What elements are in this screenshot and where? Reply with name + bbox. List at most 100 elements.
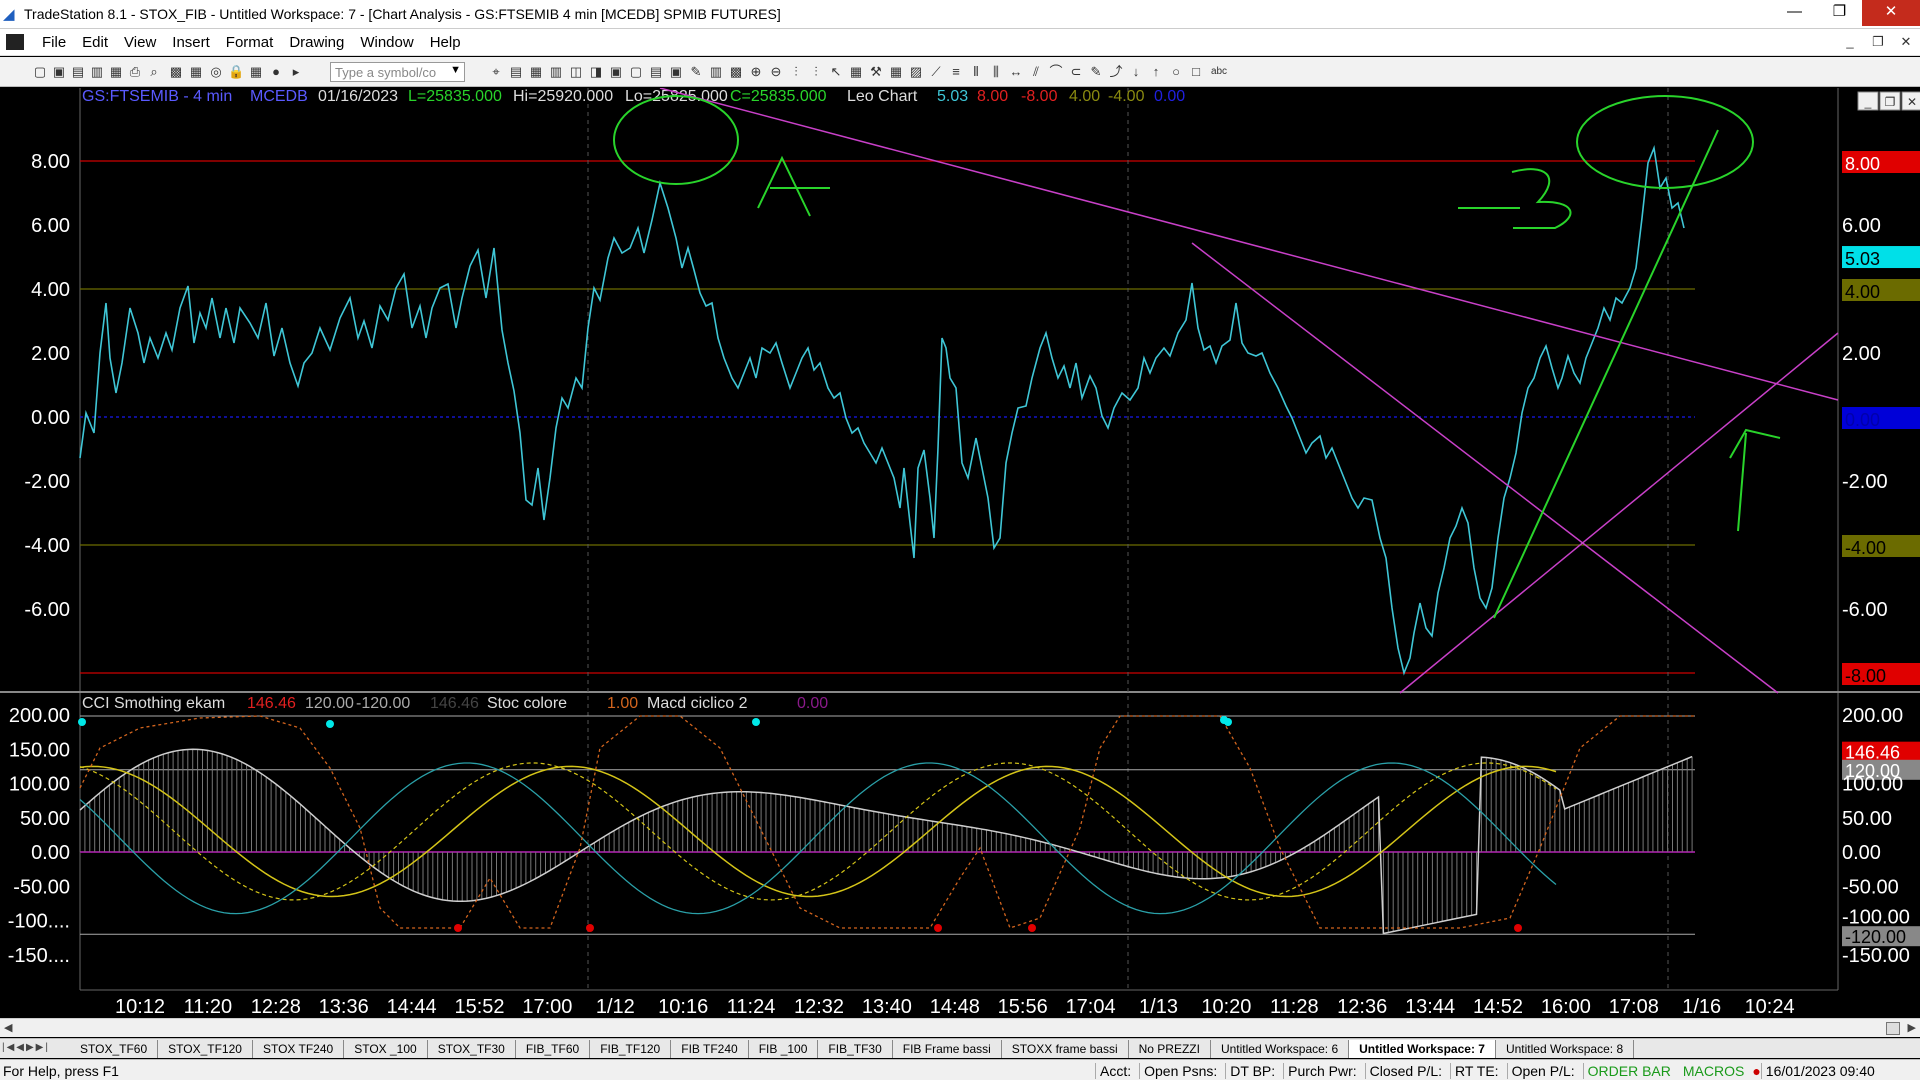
menu-view[interactable]: View bbox=[116, 34, 164, 51]
close-button[interactable]: ✕ bbox=[1862, 0, 1920, 26]
menu-drawing[interactable]: Drawing bbox=[281, 34, 352, 51]
workspace-tab[interactable]: STOX_TF120 bbox=[158, 1040, 253, 1058]
scroll-thumb[interactable] bbox=[1886, 1022, 1900, 1035]
mdi-restore-button[interactable]: ❐ bbox=[1864, 32, 1892, 52]
symbol-go-icon[interactable]: ▸ bbox=[288, 64, 304, 80]
fib-icon[interactable]: ⫼ bbox=[988, 64, 1004, 80]
workspace-tab[interactable]: Untitled Workspace: 7 bbox=[1349, 1040, 1496, 1058]
print-icon[interactable]: ⎙ bbox=[127, 64, 143, 80]
arrow-icon[interactable]: ↔ bbox=[1008, 64, 1024, 80]
horizontal-scrollbar[interactable]: ◀ ▶ bbox=[0, 1018, 1920, 1037]
workspace-tab[interactable]: Untitled Workspace: 6 bbox=[1211, 1040, 1350, 1058]
workspace-tab[interactable]: No PREZZI bbox=[1129, 1040, 1211, 1058]
scroll-left-icon[interactable]: ◀ bbox=[4, 1021, 12, 1034]
workspace-tab[interactable]: FIB_TF120 bbox=[590, 1040, 672, 1058]
menu-insert[interactable]: Insert bbox=[164, 34, 218, 51]
macros-button[interactable]: MACROS bbox=[1679, 1063, 1752, 1079]
workspace-tab[interactable]: Untitled Workspace: 8 bbox=[1496, 1040, 1635, 1058]
chart-canvas[interactable]: 8.00 6.00 4.00 2.00 0.00 -2.00 -4.00 -6.00 GS:FT… bbox=[0, 87, 1920, 1018]
table-icon[interactable]: ▦ bbox=[528, 64, 544, 80]
chart2-icon[interactable]: ▥ bbox=[708, 64, 724, 80]
menu-window[interactable]: Window bbox=[352, 34, 421, 51]
pencil-icon[interactable]: ✎ bbox=[1088, 64, 1104, 80]
chart-window-icon[interactable] bbox=[6, 34, 24, 50]
workspace-tab[interactable]: FIB _100 bbox=[749, 1040, 819, 1058]
data-window-icon[interactable]: ▦ bbox=[848, 64, 864, 80]
workspace-tab[interactable]: STOX_TF30 bbox=[428, 1040, 516, 1058]
workspace-tab[interactable]: FIB Frame bassi bbox=[893, 1040, 1002, 1058]
brush-icon[interactable]: ✎ bbox=[688, 64, 704, 80]
copy-icon[interactable]: ▥ bbox=[89, 64, 105, 80]
workspace-tab[interactable]: STOX _100 bbox=[344, 1040, 428, 1058]
workspace-tab[interactable]: STOX_TF60 bbox=[70, 1040, 159, 1058]
maximize-button[interactable]: ❐ bbox=[1817, 0, 1862, 26]
scroll-right-icon[interactable]: ▶ bbox=[1908, 1021, 1916, 1034]
minimize-button[interactable]: — bbox=[1772, 0, 1817, 26]
menu-file[interactable]: File bbox=[34, 34, 74, 51]
bars2-icon[interactable]: ⫶ bbox=[808, 64, 824, 80]
curve-icon[interactable]: ⤴ bbox=[1108, 64, 1124, 80]
text-icon[interactable]: abc bbox=[1208, 64, 1230, 80]
indicator-icon[interactable]: ◫ bbox=[568, 64, 584, 80]
pane-button[interactable]: ❐ bbox=[1885, 95, 1896, 109]
workspace-tab[interactable]: FIB_TF60 bbox=[516, 1040, 591, 1058]
insert-icon[interactable]: ▥ bbox=[548, 64, 564, 80]
ellipse-icon[interactable]: ⊂ bbox=[1068, 64, 1084, 80]
new-icon[interactable]: ▢ bbox=[32, 64, 48, 80]
bars-icon[interactable]: ⫶ bbox=[788, 64, 804, 80]
down-arrow-icon[interactable]: ↓ bbox=[1128, 64, 1144, 80]
radar-icon[interactable]: ◎ bbox=[208, 64, 224, 80]
menu-format[interactable]: Format bbox=[218, 34, 282, 51]
channel-icon[interactable]: ⫽ bbox=[1028, 64, 1044, 80]
workspace-tab[interactable]: STOX TF240 bbox=[253, 1040, 345, 1058]
chevron-down-icon[interactable]: ▼ bbox=[450, 64, 461, 76]
grid-icon[interactable]: ▦ bbox=[188, 64, 204, 80]
workspace-tab[interactable]: FIB_TF30 bbox=[818, 1040, 893, 1058]
order-bar-button[interactable]: ORDER BAR bbox=[1582, 1063, 1679, 1079]
workspace-tab[interactable]: FIB TF240 bbox=[671, 1040, 749, 1058]
up-arrow-icon[interactable]: ↑ bbox=[1148, 64, 1164, 80]
lower-right-label-last: 146.46 bbox=[1845, 743, 1900, 763]
cursor-icon[interactable]: ↖ bbox=[828, 64, 844, 80]
strategy-icon[interactable]: ◨ bbox=[588, 64, 604, 80]
matrix-icon[interactable]: ▦ bbox=[248, 64, 264, 80]
find-icon[interactable]: ⌖ bbox=[488, 64, 504, 80]
stoch-low-marker bbox=[586, 924, 594, 932]
lower-axis-label: 150.00 bbox=[9, 739, 70, 761]
save-icon[interactable]: ▤ bbox=[70, 64, 86, 80]
hammer-icon[interactable]: ⚒ bbox=[868, 64, 884, 80]
workspace-icon[interactable]: ▤ bbox=[648, 64, 664, 80]
arc-icon[interactable]: ⌒ bbox=[1048, 64, 1064, 80]
format-icon[interactable]: ▤ bbox=[508, 64, 524, 80]
open-icon[interactable]: ▣ bbox=[51, 64, 67, 80]
pane-button[interactable]: _ bbox=[1864, 95, 1872, 109]
lock-icon[interactable]: 🔒 bbox=[228, 64, 244, 80]
drawing-icon[interactable]: ▨ bbox=[908, 64, 924, 80]
trendline-icon[interactable]: ⟋ bbox=[928, 64, 944, 80]
lower-right-label-m50: -50.00 bbox=[1842, 876, 1899, 898]
save-all-icon[interactable]: ▦ bbox=[108, 64, 124, 80]
menu-help[interactable]: Help bbox=[422, 34, 469, 51]
print-preview-icon[interactable]: ⌕ bbox=[146, 64, 162, 80]
rectangle-icon[interactable]: □ bbox=[1188, 64, 1204, 80]
mdi-minimize-button[interactable]: _ bbox=[1836, 32, 1864, 52]
tab-nav-icons[interactable]: |◀◀▶▶| bbox=[2, 1042, 50, 1053]
hline-icon[interactable]: ≡ bbox=[948, 64, 964, 80]
menu-edit[interactable]: Edit bbox=[74, 34, 116, 51]
circle-icon[interactable]: ○ bbox=[1168, 64, 1184, 80]
symbol-input[interactable]: Type a symbol/co ▼ bbox=[330, 62, 465, 82]
chart-icon[interactable]: ▩ bbox=[168, 64, 184, 80]
vline-icon[interactable]: ⦀ bbox=[968, 64, 984, 80]
window-icon[interactable]: ▣ bbox=[608, 64, 624, 80]
order-icon[interactable]: ▦ bbox=[888, 64, 904, 80]
chart-analysis-window[interactable]: 8.00 6.00 4.00 2.00 0.00 -2.00 -4.00 -6.00 GS:FT… bbox=[0, 87, 1920, 1018]
chart3-icon[interactable]: ▩ bbox=[728, 64, 744, 80]
zoom-out-icon[interactable]: ⊖ bbox=[768, 64, 784, 80]
mdi-close-button[interactable]: ✕ bbox=[1892, 32, 1920, 52]
zoom-in-icon[interactable]: ⊕ bbox=[748, 64, 764, 80]
window2-icon[interactable]: ▢ bbox=[628, 64, 644, 80]
workspace-tab[interactable]: STOXX frame bassi bbox=[1002, 1040, 1129, 1058]
pane-button[interactable]: ✕ bbox=[1907, 95, 1917, 109]
window3-icon[interactable]: ▣ bbox=[668, 64, 684, 80]
globe-icon[interactable]: ● bbox=[268, 64, 284, 80]
